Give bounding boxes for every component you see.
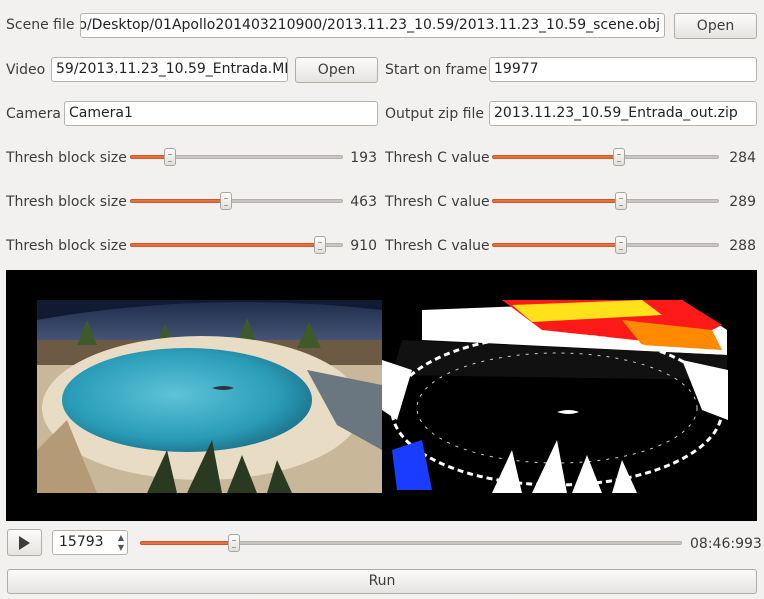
frame-spinbox[interactable]: 15793 ▲ ▼ (52, 530, 128, 555)
scene-file-input[interactable]: icardo/Desktop/01Apollo201403210900/2013… (80, 13, 665, 38)
slider-handle[interactable] (228, 534, 240, 552)
playback-time: 08:46:993 (690, 536, 762, 552)
thresh-block-label: Thresh block size (6, 194, 127, 210)
start-frame-input[interactable]: 19977 (489, 57, 757, 82)
thresh-block-label: Thresh block size (6, 150, 127, 166)
frame-spinbox-value: 15793 (59, 534, 104, 550)
thresh-block-slider[interactable] (130, 147, 343, 167)
playback-slider[interactable] (140, 533, 682, 553)
video-open-button[interactable]: Open (295, 57, 378, 83)
slider-fill (492, 155, 619, 159)
output-zip-label: Output zip file (385, 106, 484, 122)
thresholded-video-frame (382, 300, 728, 493)
chevron-down-icon[interactable]: ▼ (118, 543, 124, 552)
thresh-block-slider[interactable] (130, 191, 343, 211)
scene-open-button[interactable]: Open (674, 13, 757, 39)
thresh-c-slider[interactable] (492, 235, 719, 255)
thresh-block-value: 910 (350, 238, 377, 254)
thresh-c-label: Thresh C value (385, 238, 490, 254)
slider-fill (140, 541, 234, 545)
slider-handle[interactable] (613, 148, 625, 166)
slider-handle[interactable] (615, 236, 627, 254)
video-file-input[interactable]: 59/2013.11.23_10.59_Entrada.MP4 (51, 57, 288, 82)
thresh-c-value: 284 (729, 150, 756, 166)
thresh-c-label: Thresh C value (385, 194, 490, 210)
run-button[interactable]: Run (7, 569, 757, 594)
start-frame-label: Start on frame (385, 62, 488, 78)
camera-label: Camera (6, 106, 61, 122)
thresh-c-value: 288 (729, 238, 756, 254)
slider-handle[interactable] (314, 236, 326, 254)
scene-file-label: Scene file (6, 17, 75, 33)
slider-handle[interactable] (164, 148, 176, 166)
video-label: Video (6, 62, 46, 78)
slider-handle[interactable] (220, 192, 232, 210)
slider-fill (492, 243, 621, 247)
original-video-frame (37, 300, 382, 493)
slider-fill (130, 199, 226, 203)
output-zip-input[interactable]: 2013.11.23_10.59_Entrada_out.zip (489, 101, 757, 126)
play-button[interactable] (7, 529, 42, 556)
slider-fill (130, 243, 320, 247)
thresh-c-label: Thresh C value (385, 150, 490, 166)
slider-handle[interactable] (615, 192, 627, 210)
thresh-block-value: 463 (350, 194, 377, 210)
thresh-block-value: 193 (350, 150, 377, 166)
play-icon (19, 536, 30, 550)
video-preview-panel (6, 270, 757, 521)
camera-input[interactable]: Camera1 (64, 101, 378, 126)
thresh-c-slider[interactable] (492, 147, 719, 167)
thresh-c-slider[interactable] (492, 191, 719, 211)
thresh-block-slider[interactable] (130, 235, 343, 255)
chevron-up-icon[interactable]: ▲ (118, 533, 124, 542)
thresh-c-value: 289 (729, 194, 756, 210)
thresh-block-label: Thresh block size (6, 238, 127, 254)
slider-fill (492, 199, 621, 203)
